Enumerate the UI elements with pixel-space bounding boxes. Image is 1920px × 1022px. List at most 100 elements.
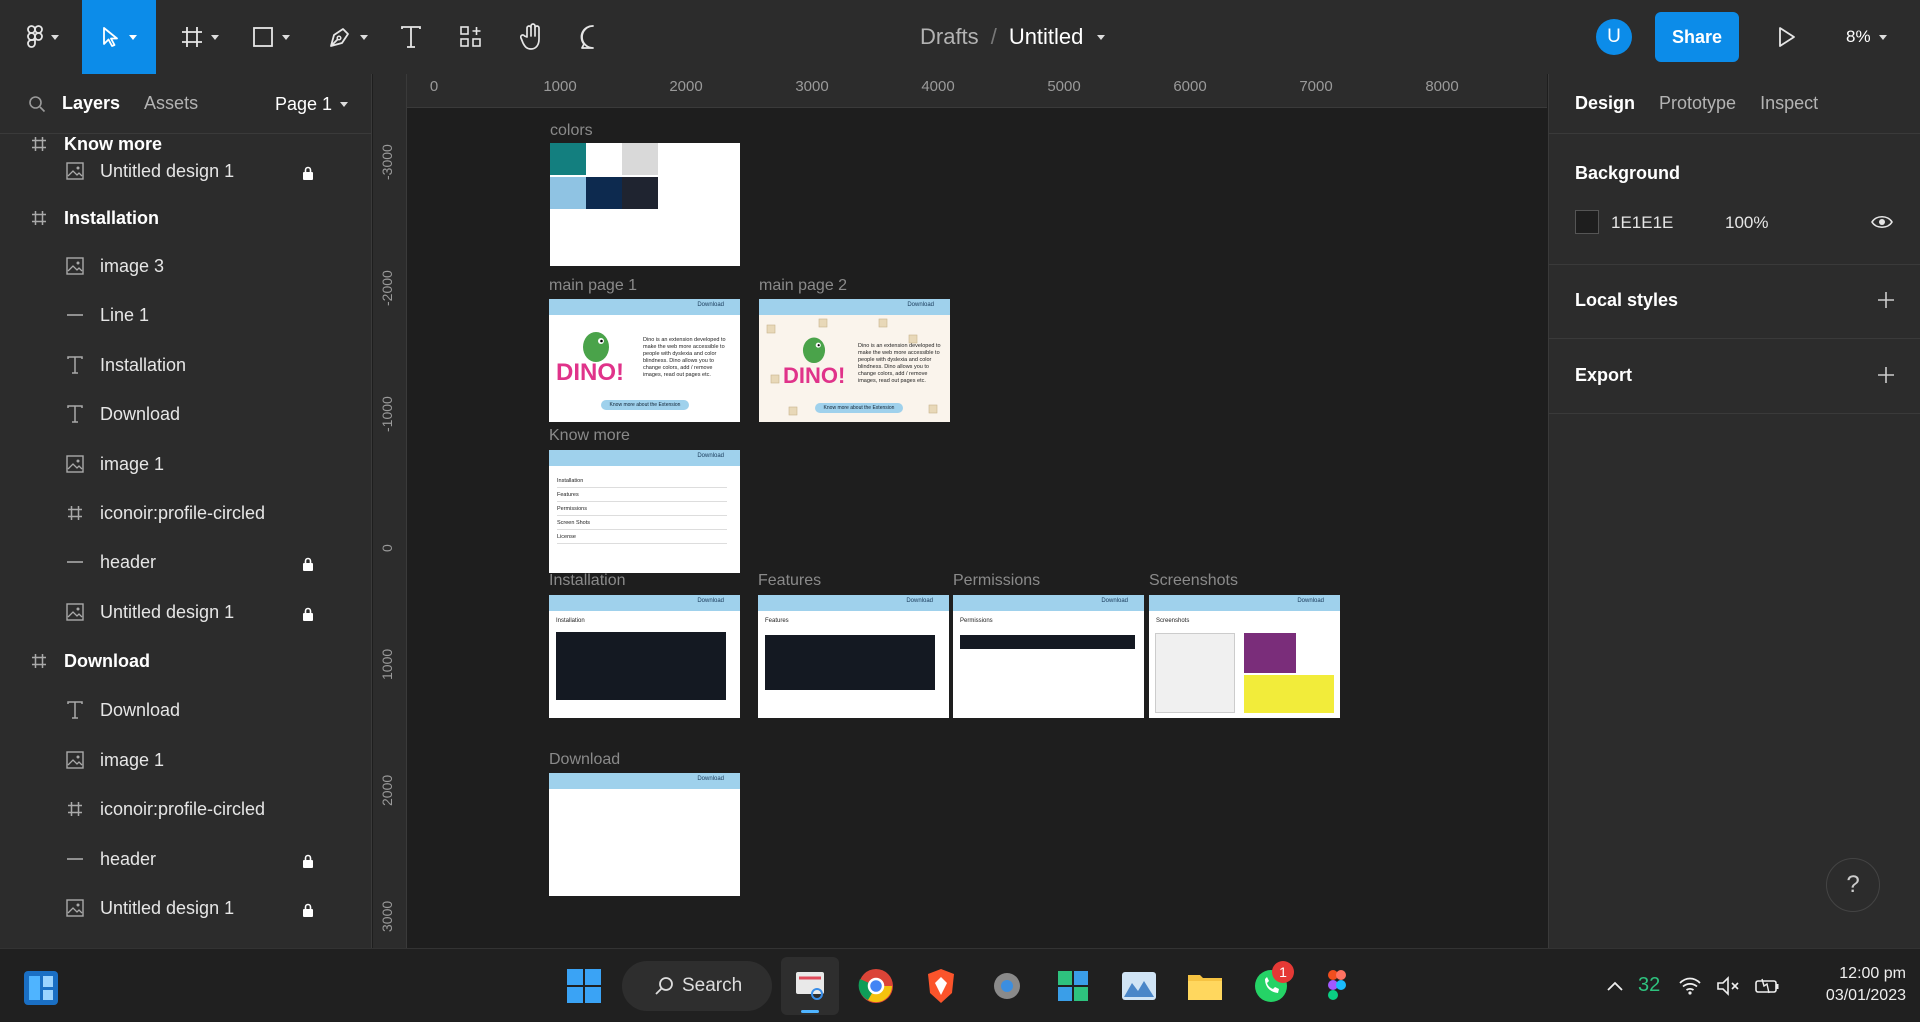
wifi-icon[interactable] [1678, 976, 1702, 996]
add-local-style-icon[interactable] [1878, 292, 1894, 308]
frame-header: Download [759, 299, 950, 315]
frame-label-know-more[interactable]: Know more [549, 427, 630, 445]
frame-label-main-page-2[interactable]: main page 2 [759, 277, 847, 295]
tab-prototype[interactable]: Prototype [1659, 93, 1736, 114]
figma-icon[interactable] [1318, 967, 1356, 1005]
pen-tool-button[interactable] [322, 0, 374, 74]
image-icon [64, 255, 86, 277]
frame-features[interactable]: Download Features [758, 595, 949, 718]
app-icon[interactable] [1054, 967, 1092, 1005]
frame-label-screenshots[interactable]: Screenshots [1149, 572, 1238, 590]
frame-download[interactable]: Download [549, 773, 740, 896]
layer-row[interactable]: iconoir:profile-circled [0, 789, 371, 829]
speaker-muted-icon[interactable] [1716, 975, 1742, 996]
lock-icon[interactable] [302, 605, 314, 621]
layer-label: Download [100, 403, 181, 424]
frame-installation[interactable]: Download Installation [549, 595, 740, 718]
frame-permissions[interactable]: Download Permissions [953, 595, 1144, 718]
layer-label: Know more [64, 133, 163, 154]
breadcrumb-drafts[interactable]: Drafts [920, 24, 979, 50]
text-tool-button[interactable] [396, 0, 426, 74]
layer-frame-row[interactable]: Download [0, 641, 371, 681]
settings-icon[interactable] [988, 967, 1026, 1005]
search-icon[interactable] [28, 95, 46, 113]
taskbar-search[interactable]: Search [622, 961, 772, 1011]
layer-frame-row[interactable]: Know more [0, 124, 371, 164]
header-download-link: Download [906, 598, 933, 604]
zoom-dropdown[interactable]: 8% [1846, 0, 1887, 74]
lock-icon[interactable] [302, 164, 314, 180]
frame-main-page-2[interactable]: Download DINO! Dino is an extension deve… [759, 299, 950, 422]
eye-icon[interactable] [1871, 214, 1893, 230]
file-explorer-icon[interactable] [1186, 967, 1224, 1005]
help-button[interactable]: ? [1826, 858, 1880, 912]
taskbar-active-app[interactable] [781, 957, 839, 1015]
frame-know-more[interactable]: Download Installation Features Permissions… [549, 450, 740, 573]
frame-label-features[interactable]: Features [758, 572, 821, 590]
tab-assets[interactable]: Assets [144, 93, 198, 114]
layer-row[interactable]: Download [0, 690, 371, 730]
tab-design[interactable]: Design [1575, 93, 1635, 114]
tab-inspect[interactable]: Inspect [1760, 93, 1818, 114]
layer-row[interactable]: Untitled design 1 [0, 161, 371, 181]
share-button[interactable]: Share [1655, 12, 1739, 62]
clock[interactable]: 12:00 pm 03/01/2023 [1796, 963, 1906, 1007]
shape-tool-button[interactable] [246, 0, 296, 74]
play-icon [1779, 27, 1795, 47]
lock-icon[interactable] [302, 555, 314, 571]
layer-row[interactable]: image 1 [0, 444, 371, 484]
hand-tool-button[interactable] [516, 0, 550, 74]
layer-row[interactable]: header [0, 839, 371, 879]
frame-tool-button[interactable] [172, 0, 228, 74]
background-color-swatch[interactable] [1575, 210, 1599, 234]
layer-row[interactable]: image 3 [0, 246, 371, 286]
windows-start-icon[interactable] [565, 967, 603, 1005]
ruler-x-label: 5000 [1047, 78, 1081, 95]
chevron-down-icon[interactable] [1097, 34, 1106, 40]
properties-tabs: Design Prototype Inspect [1549, 74, 1920, 134]
layer-row[interactable]: image 1 [0, 740, 371, 780]
comment-tool-button[interactable] [576, 0, 610, 74]
code-block [765, 635, 935, 690]
tab-layers[interactable]: Layers [62, 93, 120, 114]
chevron-up-icon[interactable] [1606, 980, 1624, 992]
layer-row[interactable]: Untitled design 1 [0, 888, 371, 928]
layer-row[interactable]: Download [0, 394, 371, 434]
add-export-icon[interactable] [1878, 367, 1894, 383]
main-menu-button[interactable] [18, 0, 68, 74]
lock-icon[interactable] [302, 901, 314, 917]
chrome-icon[interactable] [857, 967, 895, 1005]
lock-icon[interactable] [302, 852, 314, 868]
photos-icon[interactable] [1120, 967, 1158, 1005]
frame-label-installation[interactable]: Installation [549, 572, 626, 590]
file-name[interactable]: Untitled [1009, 24, 1084, 50]
avatar[interactable]: U [1596, 19, 1632, 55]
frame-colors[interactable] [550, 143, 740, 266]
frame-label-permissions[interactable]: Permissions [953, 572, 1040, 590]
layer-row[interactable]: Installation [0, 345, 371, 385]
move-tool-button[interactable] [82, 0, 156, 74]
know-more-button: Know more about the Extension [815, 403, 903, 413]
layer-row[interactable]: header [0, 542, 371, 582]
frame-main-page-1[interactable]: Download DINO! Dino is an extension deve… [549, 299, 740, 422]
layer-row[interactable]: Untitled design 1 [0, 592, 371, 632]
background-hex-value[interactable]: 1E1E1E [1611, 213, 1673, 233]
cursor-icon [103, 27, 118, 47]
page-selector[interactable]: Page 1 [275, 94, 349, 115]
layer-row[interactable]: Line 1 [0, 295, 371, 335]
battery-icon[interactable] [1754, 976, 1780, 996]
background-opacity-value[interactable]: 100% [1725, 213, 1768, 233]
layer-frame-row[interactable]: Installation [0, 198, 371, 238]
frame-label-main-page-1[interactable]: main page 1 [549, 277, 637, 295]
frame-label-download[interactable]: Download [549, 751, 620, 769]
frame-label-colors[interactable]: colors [550, 122, 593, 140]
design-canvas[interactable]: 0 1000 2000 3000 4000 5000 6000 7000 800… [373, 74, 1547, 948]
frame-screenshots[interactable]: Download Screenshots [1149, 595, 1340, 718]
present-button[interactable] [1772, 20, 1802, 54]
brave-icon[interactable] [922, 967, 960, 1005]
layer-row[interactable]: iconoir:profile-circled [0, 493, 371, 533]
battery-saver-count[interactable]: 32 [1638, 974, 1660, 997]
chevron-down-icon [211, 34, 219, 40]
resources-tool-button[interactable] [456, 0, 486, 74]
widgets-icon[interactable] [22, 969, 60, 1007]
